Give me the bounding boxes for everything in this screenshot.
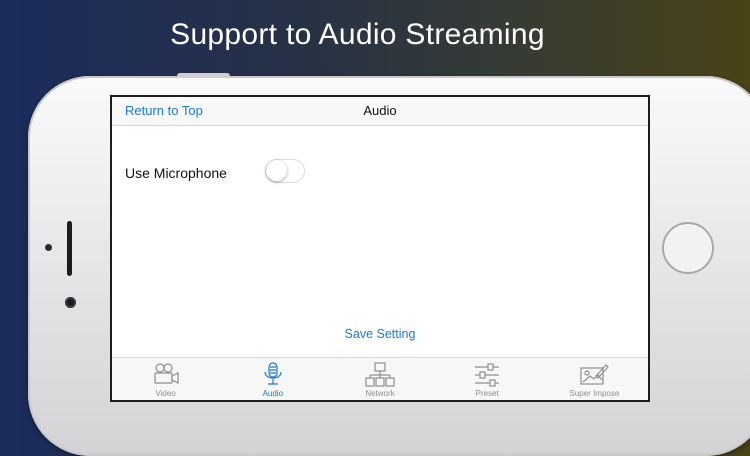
sliders-icon bbox=[475, 363, 500, 387]
tab-super-impose[interactable]: Super Impose bbox=[541, 358, 648, 400]
earpiece-speaker bbox=[67, 221, 72, 276]
return-to-top-button[interactable]: Return to Top bbox=[125, 103, 203, 118]
tab-network-label: Network bbox=[365, 389, 395, 398]
save-setting-button[interactable]: Save Setting bbox=[345, 327, 416, 341]
microphone-icon bbox=[264, 362, 282, 385]
tab-bar: Video Audio Network Preset Super Impose bbox=[112, 357, 648, 400]
power-button bbox=[177, 73, 230, 78]
front-camera bbox=[65, 297, 76, 308]
network-icon bbox=[365, 362, 395, 387]
navigation-bar: Return to Top Audio bbox=[112, 97, 648, 126]
save-setting-row: Save Setting bbox=[112, 327, 648, 341]
video-camera-icon bbox=[153, 363, 179, 384]
tab-preset[interactable]: Preset bbox=[434, 358, 541, 400]
use-microphone-toggle[interactable] bbox=[265, 159, 305, 183]
tab-network[interactable]: Network bbox=[326, 358, 433, 400]
app-screen: Return to Top Audio Use Microphone Save … bbox=[110, 95, 650, 402]
image-edit-icon bbox=[580, 364, 610, 385]
tab-video-label: Video bbox=[155, 389, 176, 398]
home-button[interactable] bbox=[662, 222, 714, 274]
use-microphone-label: Use Microphone bbox=[125, 165, 227, 181]
tab-audio-label: Audio bbox=[262, 389, 284, 398]
tab-preset-label: Preset bbox=[475, 389, 499, 398]
tab-audio[interactable]: Audio bbox=[219, 358, 326, 400]
headline: Support to Audio Streaming bbox=[170, 18, 545, 51]
toggle-knob bbox=[266, 160, 287, 181]
proximity-sensor bbox=[45, 244, 52, 251]
tab-super-impose-label: Super Impose bbox=[569, 389, 620, 398]
tab-video[interactable]: Video bbox=[112, 358, 219, 400]
